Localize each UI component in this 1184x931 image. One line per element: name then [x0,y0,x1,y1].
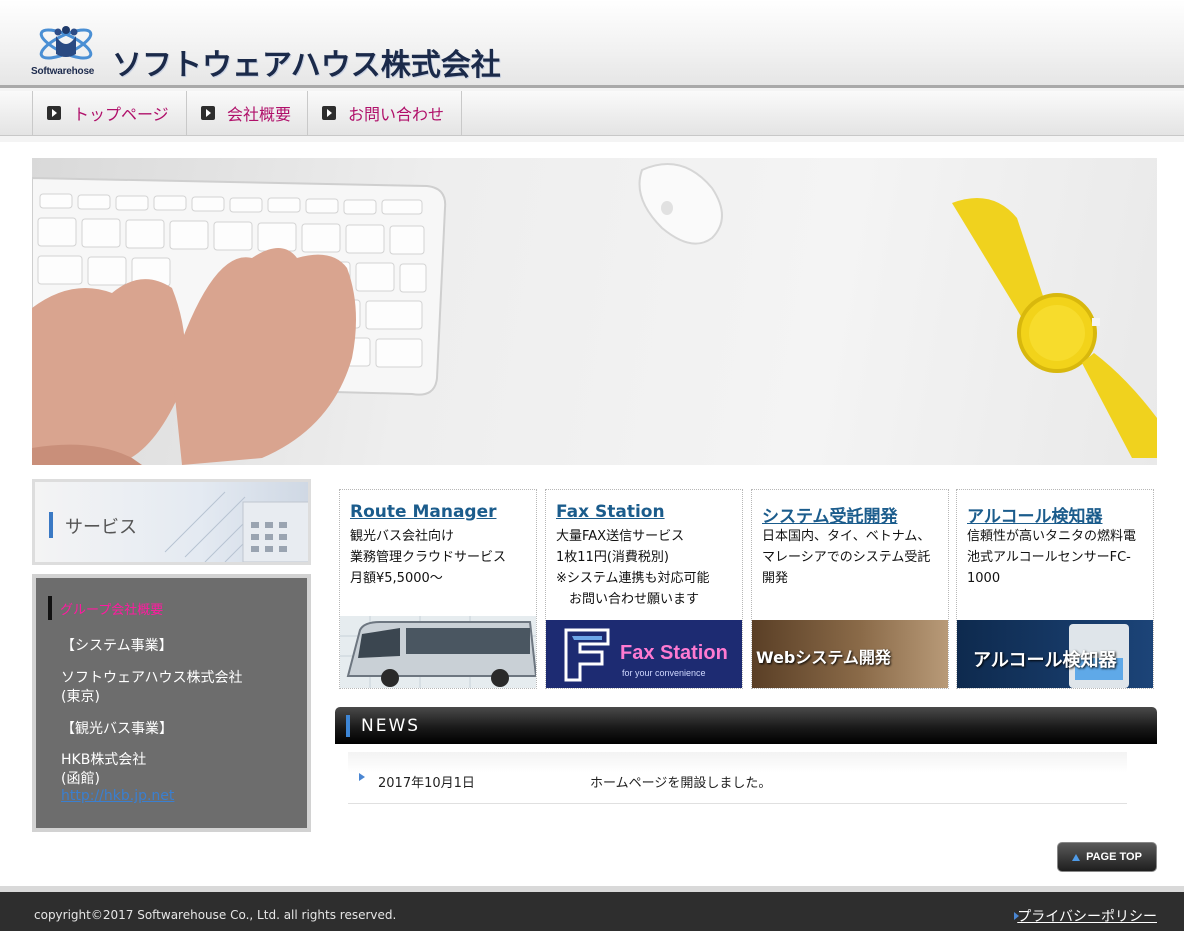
nav-item-company[interactable]: 会社概要 [186,91,308,135]
logo-subtext: Softwarehose [31,66,95,77]
nav-divider [461,91,462,135]
card-line: 大量FAX送信サービス [556,529,685,544]
card-title-link[interactable]: Fax Station [556,502,665,522]
site-footer: copyright©2017 Softwarehouse Co., Ltd. a… [0,886,1184,931]
fax-station-image[interactable]: Fax Station for your convenience [546,620,742,688]
card-description: 信頼性が高いタニタの燃料電 池式アルコールセンサーFC- 1000 [967,526,1152,589]
nav-item-top-page[interactable]: トップページ [32,91,187,135]
news-header: NEWS [335,707,1157,744]
nav-item-label: お問い合わせ [348,105,445,124]
card-line: 1枚11円(消費税別) [556,550,669,565]
card-line: 開発 [762,571,789,586]
news-title: NEWS [361,716,421,736]
nav-item-label: 会社概要 [227,105,292,124]
group-company-name: HKB株式会社 [61,752,147,768]
alcohol-detector-image[interactable]: アルコール検知器 [957,620,1153,688]
card-line: お問い合わせ願います [556,592,700,607]
service-card-alcohol-detector: アルコール検知器 信頼性が高いタニタの燃料電 池式アルコールセンサーFC- 10… [956,489,1154,689]
arrow-right-icon [359,773,365,781]
card-line: 池式アルコールセンサーFC- [967,550,1131,565]
mouse-graphic [638,163,723,245]
nav-item-label: トップページ [73,105,169,124]
main-nav: トップページ 会社概要 お問い合わせ [0,91,1184,136]
group-company-name: ソフトウェアハウス株式会社 [61,670,243,686]
group-company-location: (函館) [61,771,100,787]
card-description: 大量FAX送信サービス 1枚11円(消費税別) ※システム連携も対応可能 お問い… [556,526,741,610]
group-company-box: グループ会社概要 【システム事業】 ソフトウェアハウス株式会社 (東京) 【観光… [32,574,311,832]
card-line: 月額¥5,5000～ [350,571,443,586]
accent-bar [49,512,53,538]
service-title: サービス [65,517,137,538]
service-card-system-dev: システム受託開発 日本国内、タイ、ベトナム、 マレーシアでのシステム受託 開発 … [751,489,949,689]
fax-station-logo-text: Fax Station [620,642,728,664]
card-title-link[interactable]: Route Manager [350,502,497,522]
play-icon [47,106,61,120]
news-date: 2017年10月1日 [378,776,475,791]
news-item: 2017年10月1日 ホームページを開設しました。 [348,752,1127,804]
card-line: 信頼性が高いタニタの燃料電 [967,529,1137,544]
copyright-text: copyright©2017 Softwarehouse Co., Ltd. a… [34,908,397,922]
group-company-link[interactable]: http://hkb.jp.net [61,788,174,804]
card-line: 観光バス会社向け [350,529,455,544]
card-line: 1000 [967,571,1001,586]
service-banner[interactable]: サービス [32,479,311,565]
card-description: 日本国内、タイ、ベトナム、 マレーシアでのシステム受託 開発 [762,526,947,589]
watch-graphic [952,198,1157,458]
play-icon [322,106,336,120]
privacy-policy-link[interactable]: プライバシーポリシー [1017,906,1157,926]
card-line: 日本国内、タイ、ベトナム、 [762,529,931,544]
group-section-heading: 【システム事業】 [61,638,173,654]
hero-image [32,158,1157,465]
arrow-up-icon [1072,853,1081,861]
card-title-link[interactable]: システム受託開発 [762,502,898,527]
web-system-image[interactable]: Webシステム開発 [752,620,948,688]
group-title: グループ会社概要 [60,603,164,618]
group-company-location: (東京) [61,689,100,705]
group-section-heading: 【観光バス事業】 [61,721,173,737]
card-line: ※システム連携も対応可能 [556,571,710,586]
page-top-label: PAGE TOP [1086,851,1142,863]
play-icon [201,106,215,120]
card-title-link[interactable]: アルコール検知器 [967,502,1103,527]
web-system-image-text: Webシステム開発 [756,648,891,667]
company-name-title[interactable]: ソフトウェアハウス株式会社 [112,40,501,84]
card-line: 業務管理クラウドサービス [350,550,507,565]
alcohol-detector-image-text: アルコール検知器 [973,650,1117,671]
card-line: マレーシアでのシステム受託 [762,550,931,565]
accent-bar [48,596,52,620]
page-top-button[interactable]: PAGE TOP [1057,842,1157,872]
bus-image[interactable] [340,616,536,688]
site-header: Softwarehose ソフトウェアハウス株式会社 [0,0,1184,88]
news-text: ホームページを開設しました。 [590,776,772,791]
fax-station-tagline: for your convenience [622,668,706,678]
card-description: 観光バス会社向け 業務管理クラウドサービス 月額¥5,5000～ [350,526,535,589]
service-card-fax-station: Fax Station 大量FAX送信サービス 1枚11円(消費税別) ※システ… [545,489,743,689]
service-card-route-manager: Route Manager 観光バス会社向け 業務管理クラウドサービス 月額¥5… [339,489,537,689]
nav-item-contact[interactable]: お問い合わせ [307,91,462,135]
accent-bar [346,715,350,737]
